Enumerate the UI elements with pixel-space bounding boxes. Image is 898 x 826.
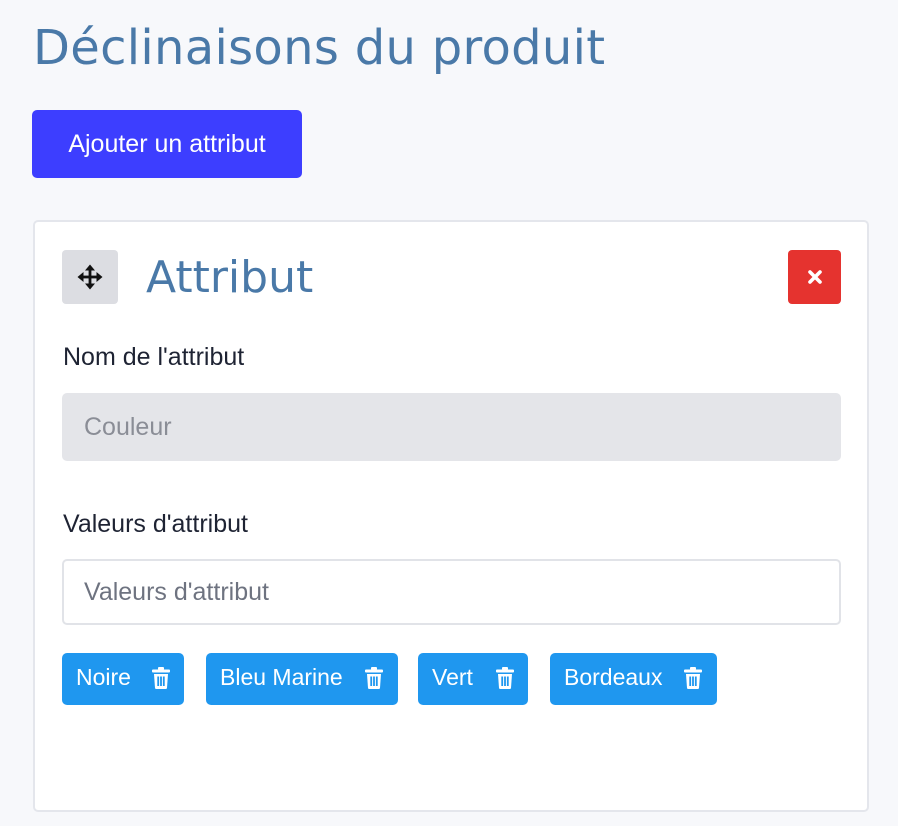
trash-icon[interactable] [364,666,384,690]
value-tag-bleu-marine: Bleu Marine [206,653,398,705]
attribute-name-input[interactable] [62,393,841,461]
value-tag-label: Noire [76,664,131,690]
value-tag-vert: Vert [418,653,528,705]
move-arrows-icon [77,264,103,290]
attribute-name-label: Nom de l'attribut [63,343,245,371]
attribute-values-input[interactable] [62,559,841,625]
trash-icon[interactable] [495,666,515,690]
value-tag-bordeaux: Bordeaux [550,653,717,705]
drag-handle[interactable] [62,250,118,304]
trash-icon[interactable] [151,666,171,690]
trash-icon[interactable] [683,666,703,690]
close-x-icon [807,270,822,284]
value-tag-label: Bleu Marine [220,664,343,690]
attribute-card-title: Attribut [146,252,314,303]
page-title: Déclinaisons du produit [33,20,606,76]
delete-attribute-button[interactable] [788,250,841,304]
attribute-values-label: Valeurs d'attribut [63,510,248,538]
attribute-card: Attribut Nom de l'attribut Valeurs d'att… [33,220,869,812]
value-tag-label: Vert [432,664,473,690]
add-attribute-button[interactable]: Ajouter un attribut [32,110,302,178]
value-tag-noire: Noire [62,653,184,705]
value-tag-label: Bordeaux [564,664,663,690]
